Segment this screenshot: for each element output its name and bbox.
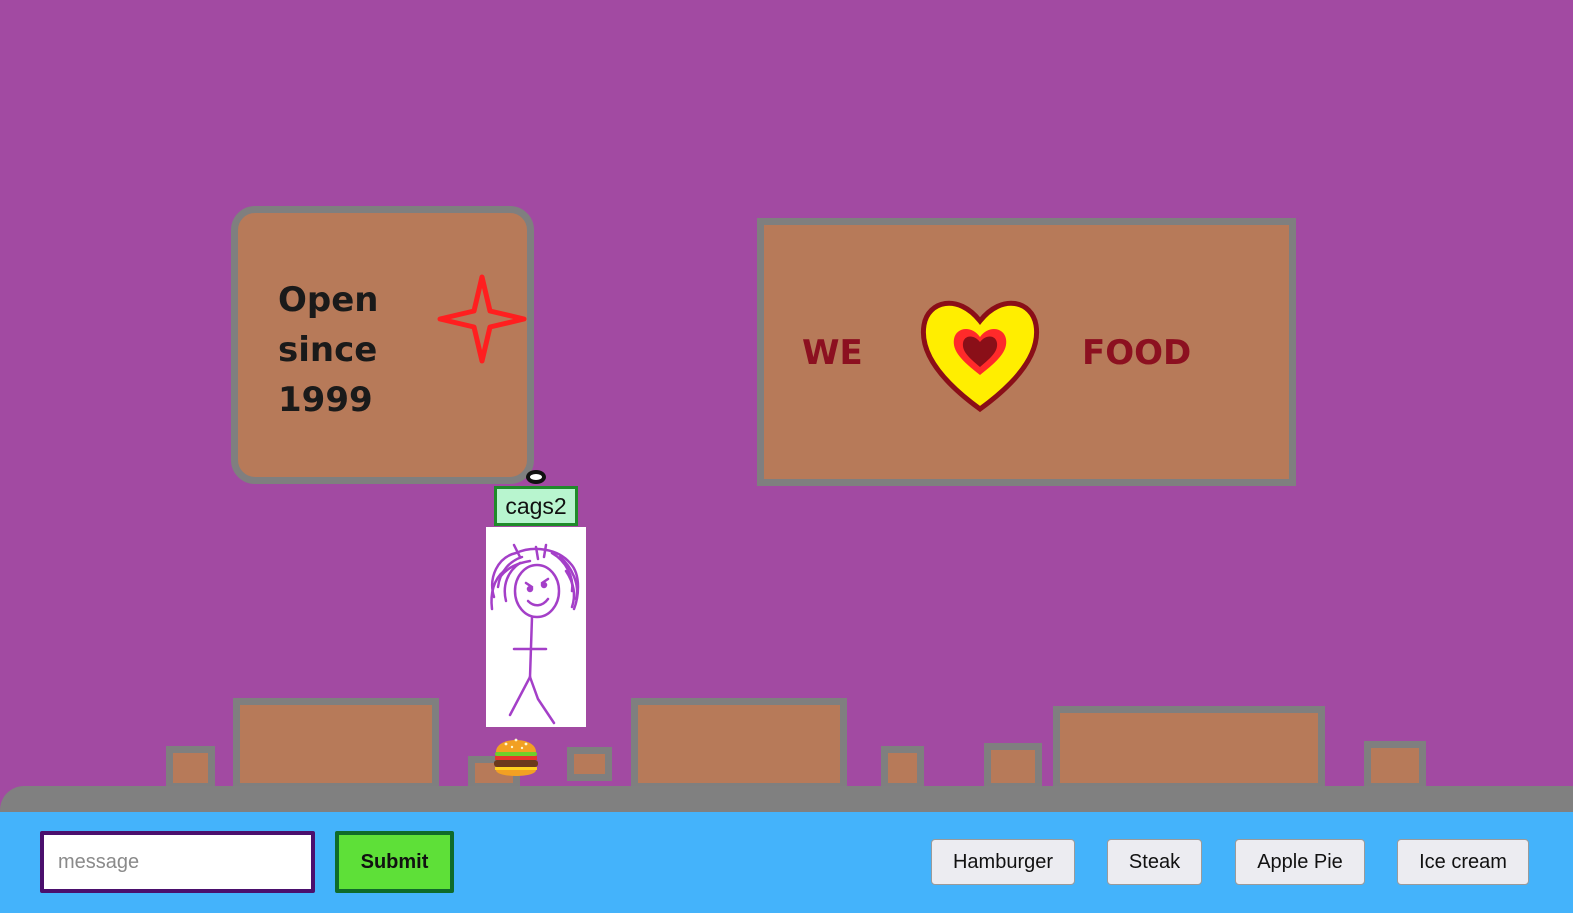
- player-username-tag: cags2: [494, 486, 578, 526]
- chat-message-input[interactable]: [40, 831, 315, 893]
- apple-pie-button[interactable]: Apple Pie: [1235, 839, 1365, 885]
- crate: [567, 747, 612, 781]
- crate: [166, 746, 215, 790]
- table-block: [631, 698, 847, 790]
- we-love-food-sign: WE FOOD: [757, 218, 1296, 486]
- open-since-sign: Open since 1999: [231, 206, 534, 484]
- crate: [1364, 741, 1426, 790]
- ice-cream-button[interactable]: Ice cream: [1397, 839, 1529, 885]
- player-avatar[interactable]: [486, 527, 586, 727]
- hamburger-icon: [492, 730, 540, 785]
- steak-button[interactable]: Steak: [1107, 839, 1202, 885]
- stick-figure-avatar-icon: [490, 543, 580, 725]
- open-since-text: Open since 1999: [278, 280, 379, 420]
- bottom-toolbar: Submit Hamburger Steak Apple Pie Ice cre…: [0, 812, 1573, 913]
- table-block: [1053, 706, 1325, 790]
- heart-icon: [920, 300, 1040, 413]
- crate: [881, 746, 924, 790]
- hamburger-button[interactable]: Hamburger: [931, 839, 1075, 885]
- crate: [984, 743, 1042, 790]
- star-icon: [437, 274, 527, 364]
- food-text: FOOD: [1082, 333, 1192, 373]
- game-scene[interactable]: Open since 1999 WE FOOD cags2: [0, 0, 1573, 816]
- table-block: [233, 698, 439, 790]
- we-text: WE: [802, 333, 863, 373]
- submit-button[interactable]: Submit: [335, 831, 454, 893]
- ring-icon: [526, 470, 546, 484]
